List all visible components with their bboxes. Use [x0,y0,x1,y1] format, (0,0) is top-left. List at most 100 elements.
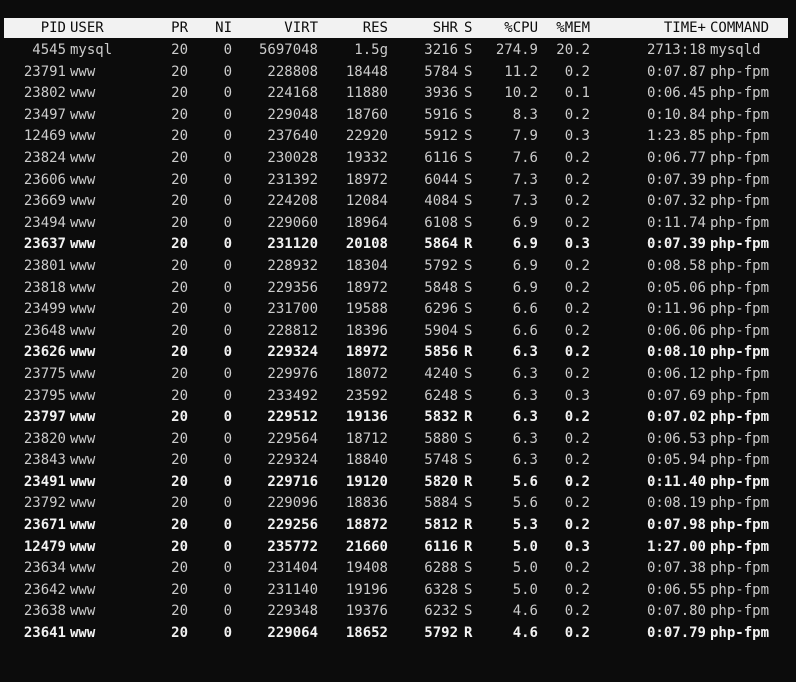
process-user: www [70,257,96,274]
process-cpu: 6.9 [512,257,538,274]
process-s: S [464,430,473,447]
process-pid: 23638 [23,603,66,620]
process-pid: 23791 [23,63,66,80]
process-cpu: 6.6 [512,301,538,318]
process-virt: 230028 [267,149,318,166]
process-shr: 5792 [424,625,458,642]
process-command: php-fpm [710,387,770,404]
process-command: php-fpm [710,214,770,231]
process-cpu: 5.6 [512,495,538,512]
process-row: 23818 www 20 0 229356 18972 5848 S 6.9 0.2 0:05.06… [4,278,788,300]
process-pid: 23797 [23,409,66,426]
process-time: 1:27.00 [646,538,706,555]
process-virt: 229096 [267,495,318,512]
process-virt: 224208 [267,193,318,210]
process-shr: 5848 [424,279,458,296]
process-shr: 5884 [424,495,458,512]
process-shr: 5820 [424,473,458,490]
process-ni: 0 [223,625,232,642]
process-cpu: 6.9 [512,214,538,231]
process-row: 23801 www 20 0 228932 18304 5792 S 6.9 0.2 0:08.58… [4,256,788,278]
process-res: 19408 [345,560,388,577]
process-pid: 4545 [32,42,66,58]
process-pid: 23818 [23,279,66,296]
process-pr: 20 [171,193,188,210]
process-s: S [464,560,473,577]
process-pr: 20 [171,322,188,339]
process-s: R [464,473,473,490]
process-ni: 0 [223,581,232,598]
process-s: S [464,42,473,58]
process-s: S [464,322,473,339]
process-pr: 20 [171,409,188,426]
process-cpu: 6.3 [512,409,538,426]
process-pr: 20 [171,603,188,620]
process-command: php-fpm [710,236,770,253]
process-row: 23648 www 20 0 228812 18396 5904 S 6.6 0.2 0:06.06… [4,321,788,343]
process-time: 0:08.10 [646,344,706,361]
process-command: php-fpm [710,517,770,534]
process-cpu: 7.3 [512,193,538,210]
process-command: php-fpm [710,279,770,296]
process-ni: 0 [223,193,232,210]
process-virt: 229348 [267,603,318,620]
process-mem: 0.2 [564,344,590,361]
process-shr: 5784 [424,63,458,80]
process-user: www [70,473,96,490]
process-ni: 0 [223,322,232,339]
process-user: www [70,344,96,361]
process-mem: 0.2 [564,473,590,490]
terminal-window[interactable]: PID USER PR NI VIRT RES SHR S %CPU %MEM … [0,0,796,682]
process-shr: 3936 [424,85,458,102]
process-s: S [464,128,473,145]
process-ni: 0 [223,257,232,274]
process-virt: 229256 [267,517,318,534]
process-mem: 0.2 [564,517,590,534]
process-s: S [464,452,473,469]
process-ni: 0 [223,473,232,490]
process-row: 23491 www 20 0 229716 19120 5820 R 5.6 0.2 0:11.40… [4,472,788,494]
process-ni: 0 [223,85,232,102]
process-pr: 20 [171,473,188,490]
process-pr: 20 [171,495,188,512]
process-res: 18712 [345,430,388,447]
process-res: 11880 [345,85,388,102]
process-s: S [464,257,473,274]
process-row: 4545 mysql 20 0 5697048 1.5g 3216 S 274.9 20.2 271… [4,40,788,62]
process-res: 19376 [345,603,388,620]
process-mem: 0.1 [564,85,590,102]
process-command: php-fpm [710,322,770,339]
process-row: 23641 www 20 0 229064 18652 5792 R 4.6 0.2 0:07.79… [4,623,788,645]
process-user: www [70,603,96,620]
process-row: 23671 www 20 0 229256 18872 5812 R 5.3 0.2 0:07.98… [4,515,788,537]
process-row: 23494 www 20 0 229060 18964 6108 S 6.9 0.2 0:11.74… [4,213,788,235]
process-s: S [464,193,473,210]
process-s: R [464,236,473,253]
process-ni: 0 [223,214,232,231]
process-pid: 23824 [23,149,66,166]
process-user: www [70,538,96,555]
process-res: 18972 [345,344,388,361]
process-s: S [464,106,473,123]
process-ni: 0 [223,344,232,361]
process-command: php-fpm [710,625,770,642]
process-pr: 20 [171,344,188,361]
process-res: 19136 [345,409,388,426]
process-pid: 23626 [23,344,66,361]
process-ni: 0 [223,106,232,123]
process-user: www [70,214,96,231]
process-command: php-fpm [710,171,770,188]
header-shr: SHR [432,20,458,36]
process-command: php-fpm [710,344,770,361]
process-pid: 23634 [23,560,66,577]
process-shr: 6108 [424,214,458,231]
process-shr: 6248 [424,387,458,404]
process-virt: 228812 [267,322,318,339]
process-pid: 23642 [23,581,66,598]
process-row: 23606 www 20 0 231392 18972 6044 S 7.3 0.2 0:07.39… [4,170,788,192]
process-pid: 23775 [23,365,66,382]
process-time: 0:07.02 [646,409,706,426]
process-command: php-fpm [710,128,770,145]
process-row: 23795 www 20 0 233492 23592 6248 S 6.3 0.3 0:07.69… [4,386,788,408]
process-row: 23499 www 20 0 231700 19588 6296 S 6.6 0.2 0:11.96… [4,299,788,321]
